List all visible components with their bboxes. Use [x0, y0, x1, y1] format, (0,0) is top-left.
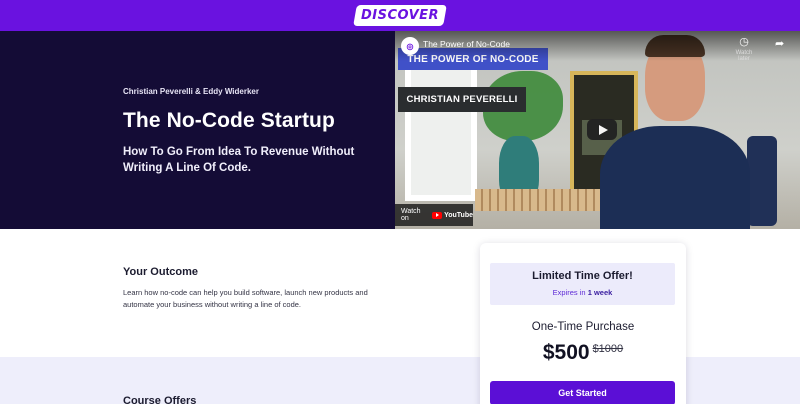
- outcome-heading: Your Outcome: [123, 266, 198, 278]
- youtube-logo: YouTube: [432, 211, 473, 219]
- video-thumbnail-window: [405, 61, 477, 201]
- hero-text: Christian Peverelli & Eddy Widerker The …: [123, 87, 383, 176]
- outcome-body: Learn how no-code can help you build sof…: [123, 288, 368, 309]
- original-price: $1000: [592, 343, 624, 355]
- video-player[interactable]: THE POWER OF NO-CODE CHRISTIAN PEVERELLI…: [395, 31, 800, 229]
- logo-text: DISCOVER: [360, 8, 440, 23]
- course-offers-heading: Course Offers: [123, 395, 197, 404]
- youtube-play-icon: [432, 211, 443, 219]
- video-banner-name: CHRISTIAN PEVERELLI: [398, 87, 526, 112]
- watch-on-youtube-link[interactable]: Watch on YouTube: [395, 204, 473, 226]
- limited-offer-title: Limited Time Offer!: [532, 270, 633, 282]
- page: DISCOVER Christian Peverelli & Eddy Wide…: [0, 0, 800, 404]
- offer-expiry-value: 1 week: [587, 288, 613, 297]
- outcome-section: Your Outcome Learn how no-code can help …: [123, 266, 373, 311]
- top-bar: DISCOVER: [0, 0, 800, 31]
- watch-on-label: Watch on: [401, 208, 421, 222]
- play-icon: [598, 124, 608, 135]
- limited-offer-box: Limited Time Offer! Expires in 1 week: [490, 263, 675, 305]
- current-price: $500: [542, 341, 590, 364]
- watch-later-button[interactable]: ◷ Watch later: [730, 36, 758, 63]
- offer-card: Limited Time Offer! Expires in 1 week On…: [480, 243, 686, 404]
- youtube-word: YouTube: [444, 211, 473, 219]
- channel-avatar-icon[interactable]: ◎: [401, 37, 419, 55]
- course-title: The No-Code Startup: [123, 109, 335, 132]
- video-thumbnail-person-body: [600, 126, 750, 229]
- discover-logo[interactable]: DISCOVER: [353, 5, 447, 26]
- price-row: $500 $1000: [480, 341, 686, 365]
- offer-expiry-prefix: Expires in: [552, 288, 586, 297]
- purchase-type-label: One-Time Purchase: [531, 321, 635, 333]
- video-thumbnail-chair: [747, 136, 777, 226]
- video-banner-name-text: CHRISTIAN PEVERELLI: [406, 94, 518, 105]
- offer-expiry: Expires in 1 week: [490, 288, 675, 297]
- share-arrow-icon[interactable]: ➦: [775, 37, 784, 50]
- get-started-button[interactable]: Get Started: [490, 381, 675, 404]
- video-title[interactable]: The Power of No-Code: [423, 39, 510, 49]
- watch-later-label: Watch later: [735, 50, 753, 62]
- course-authors: Christian Peverelli & Eddy Widerker: [123, 87, 259, 96]
- play-button[interactable]: [587, 119, 617, 140]
- course-subtitle: How To Go From Idea To Revenue Without W…: [123, 146, 355, 174]
- clock-icon: ◷: [739, 36, 749, 48]
